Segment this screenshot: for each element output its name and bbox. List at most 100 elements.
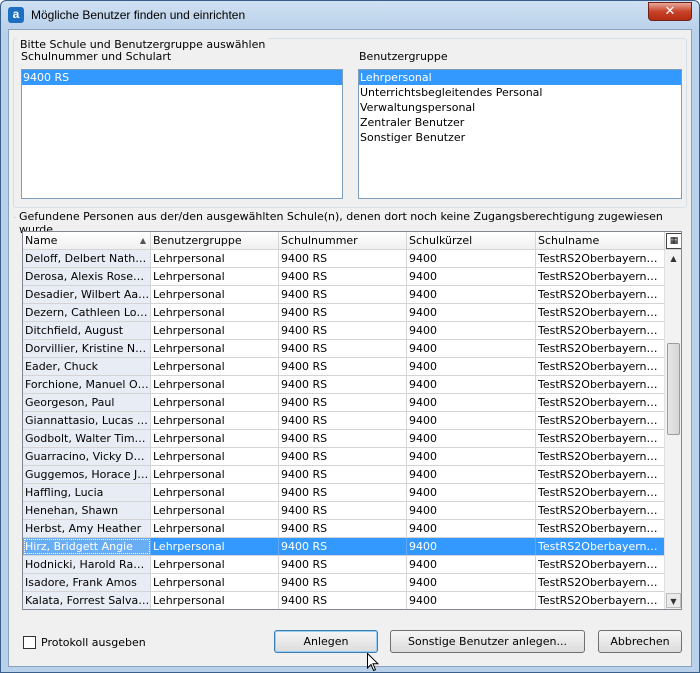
cell-school-number[interactable]: 9400 RS (279, 466, 407, 483)
cell-user-group[interactable]: Lehrpersonal (151, 340, 279, 357)
cell-school-abbr[interactable]: 9400 (407, 268, 536, 285)
cell-user-group[interactable]: Lehrpersonal (151, 376, 279, 393)
cell-name[interactable]: Deloff, Delbert Natha... (23, 250, 151, 267)
table-row[interactable]: Deloff, Delbert Natha... Lehrpersonal 9400… (23, 250, 665, 268)
cell-school-abbr[interactable]: 9400 (407, 484, 536, 501)
cell-school-abbr[interactable]: 9400 (407, 322, 536, 339)
cell-school-number[interactable]: 9400 RS (279, 538, 407, 555)
cell-user-group[interactable]: Lehrpersonal (151, 520, 279, 537)
cell-school-number[interactable]: 9400 RS (279, 502, 407, 519)
cell-school-abbr[interactable]: 9400 (407, 556, 536, 573)
table-row[interactable]: Derosa, Alexis Rosean... Lehrpersonal 9400… (23, 268, 665, 286)
cell-user-group[interactable]: Lehrpersonal (151, 394, 279, 411)
cell-school-number[interactable]: 9400 RS (279, 394, 407, 411)
cell-school-name[interactable]: TestRS2OberbayernOst (536, 484, 665, 501)
cell-school-abbr[interactable]: 9400 (407, 466, 536, 483)
table-row[interactable]: Giannattasio, Lucas Er... Lehrpersonal 940… (23, 412, 665, 430)
cell-school-name[interactable]: TestRS2OberbayernOst (536, 448, 665, 465)
table-row[interactable]: Kalata, Forrest Salvato... Lehrpersonal 94… (23, 592, 665, 609)
cell-user-group[interactable]: Lehrpersonal (151, 304, 279, 321)
cell-name[interactable]: Dezern, Cathleen Lour... (23, 304, 151, 321)
cell-name[interactable]: Guarracino, Vicky Dor... (23, 448, 151, 465)
cell-school-abbr[interactable]: 9400 (407, 376, 536, 393)
table-row[interactable]: Herbst, Amy Heather Lehrpersonal 9400 RS 94… (23, 520, 665, 538)
cell-school-abbr[interactable]: 9400 (407, 430, 536, 447)
cell-school-name[interactable]: TestRS2OberbayernOst (536, 556, 665, 573)
user-group-list-item[interactable]: Zentraler Benutzer (359, 115, 681, 130)
table-row[interactable]: Eader, Chuck Lehrpersonal 9400 RS 9400 TestR… (23, 358, 665, 376)
cell-school-number[interactable]: 9400 RS (279, 268, 407, 285)
cell-name[interactable]: Georgeson, Paul (23, 394, 151, 411)
cell-school-name[interactable]: TestRS2OberbayernOst (536, 466, 665, 483)
cell-school-name[interactable]: TestRS2OberbayernOst (536, 322, 665, 339)
cell-school-number[interactable]: 9400 RS (279, 250, 407, 267)
cell-user-group[interactable]: Lehrpersonal (151, 358, 279, 375)
cell-school-abbr[interactable]: 9400 (407, 520, 536, 537)
cell-school-name[interactable]: TestRS2OberbayernOst (536, 502, 665, 519)
table-row[interactable]: Haffling, Lucia Lehrpersonal 9400 RS 9400 Te… (23, 484, 665, 502)
cell-name[interactable]: Hirz, Bridgett Angie (23, 538, 151, 555)
cell-school-number[interactable]: 9400 RS (279, 556, 407, 573)
cell-user-group[interactable]: Lehrpersonal (151, 466, 279, 483)
school-list-item[interactable]: 9400 RS (22, 70, 342, 85)
cell-user-group[interactable]: Lehrpersonal (151, 592, 279, 609)
cell-school-name[interactable]: TestRS2OberbayernOst (536, 430, 665, 447)
user-group-listbox[interactable]: Lehrpersonal Unterrichtsbegleitendes Pers… (358, 69, 682, 199)
cell-school-abbr[interactable]: 9400 (407, 250, 536, 267)
cell-school-name[interactable]: TestRS2OberbayernOst (536, 358, 665, 375)
create-button[interactable]: Anlegen (274, 630, 378, 653)
cell-user-group[interactable]: Lehrpersonal (151, 502, 279, 519)
cell-school-number[interactable]: 9400 RS (279, 358, 407, 375)
cell-school-name[interactable]: TestRS2OberbayernOst (536, 286, 665, 303)
cell-school-name[interactable]: TestRS2OberbayernOst (536, 412, 665, 429)
cell-user-group[interactable]: Lehrpersonal (151, 484, 279, 501)
cell-school-number[interactable]: 9400 RS (279, 340, 407, 357)
cell-school-name[interactable]: TestRS2OberbayernOst (536, 376, 665, 393)
cell-name[interactable]: Ditchfield, August (23, 322, 151, 339)
table-row[interactable]: Hirz, Bridgett Angie Lehrpersonal 9400 RS 9… (23, 538, 665, 556)
cell-user-group[interactable]: Lehrpersonal (151, 574, 279, 591)
cell-user-group[interactable]: Lehrpersonal (151, 448, 279, 465)
cell-school-name[interactable]: TestRS2OberbayernOst (536, 268, 665, 285)
cell-school-abbr[interactable]: 9400 (407, 502, 536, 519)
cell-name[interactable]: Kalata, Forrest Salvato... (23, 592, 151, 609)
cell-name[interactable]: Hodnicki, Harold Ram... (23, 556, 151, 573)
cell-name[interactable]: Giannattasio, Lucas Er... (23, 412, 151, 429)
cell-school-abbr[interactable]: 9400 (407, 340, 536, 357)
cell-school-number[interactable]: 9400 RS (279, 592, 407, 609)
column-header-school-number[interactable]: Schulnummer (279, 232, 407, 250)
cell-name[interactable]: Forchione, Manuel Oli... (23, 376, 151, 393)
table-row[interactable]: Ditchfield, August Lehrpersonal 9400 RS 940… (23, 322, 665, 340)
cell-name[interactable]: Henehan, Shawn (23, 502, 151, 519)
cell-school-abbr[interactable]: 9400 (407, 448, 536, 465)
cell-school-abbr[interactable]: 9400 (407, 358, 536, 375)
cell-school-abbr[interactable]: 9400 (407, 304, 536, 321)
table-row[interactable]: Godbolt, Walter Timmy Lehrpersonal 9400 RS… (23, 430, 665, 448)
vertical-scrollbar[interactable]: ▲ ▼ (664, 250, 681, 609)
school-listbox[interactable]: 9400 RS (21, 69, 343, 199)
cell-school-name[interactable]: TestRS2OberbayernOst (536, 340, 665, 357)
cell-name[interactable]: Herbst, Amy Heather (23, 520, 151, 537)
cell-name[interactable]: Haffling, Lucia (23, 484, 151, 501)
cell-name[interactable]: Guggemos, Horace Jor... (23, 466, 151, 483)
column-chooser-icon[interactable]: ▦ (666, 233, 681, 249)
user-group-list-item[interactable]: Verwaltungspersonal (359, 100, 681, 115)
table-row[interactable]: Guggemos, Horace Jor... Lehrpersonal 9400 … (23, 466, 665, 484)
cell-name[interactable]: Dorvillier, Kristine Nol... (23, 340, 151, 357)
cell-school-name[interactable]: TestRS2OberbayernOst (536, 304, 665, 321)
cell-user-group[interactable]: Lehrpersonal (151, 322, 279, 339)
table-row[interactable]: Dezern, Cathleen Lour... Lehrpersonal 9400… (23, 304, 665, 322)
column-header-school-name[interactable]: Schulname (536, 232, 665, 250)
cell-school-abbr[interactable]: 9400 (407, 286, 536, 303)
cell-user-group[interactable]: Lehrpersonal (151, 268, 279, 285)
cell-school-number[interactable]: 9400 RS (279, 448, 407, 465)
cell-user-group[interactable]: Lehrpersonal (151, 538, 279, 555)
title-bar[interactable]: a Mögliche Benutzer finden und einrichte… (1, 1, 699, 29)
table-row[interactable]: Georgeson, Paul Lehrpersonal 9400 RS 9400 Te… (23, 394, 665, 412)
close-button[interactable]: ✕ (648, 2, 692, 21)
cell-school-number[interactable]: 9400 RS (279, 304, 407, 321)
table-row[interactable]: Forchione, Manuel Oli... Lehrpersonal 9400… (23, 376, 665, 394)
other-users-button[interactable]: Sonstige Benutzer anlegen... (390, 630, 585, 653)
scrollbar-thumb[interactable] (667, 343, 680, 435)
table-row[interactable]: Desadier, Wilbert Aaro... Lehrpersonal 940… (23, 286, 665, 304)
